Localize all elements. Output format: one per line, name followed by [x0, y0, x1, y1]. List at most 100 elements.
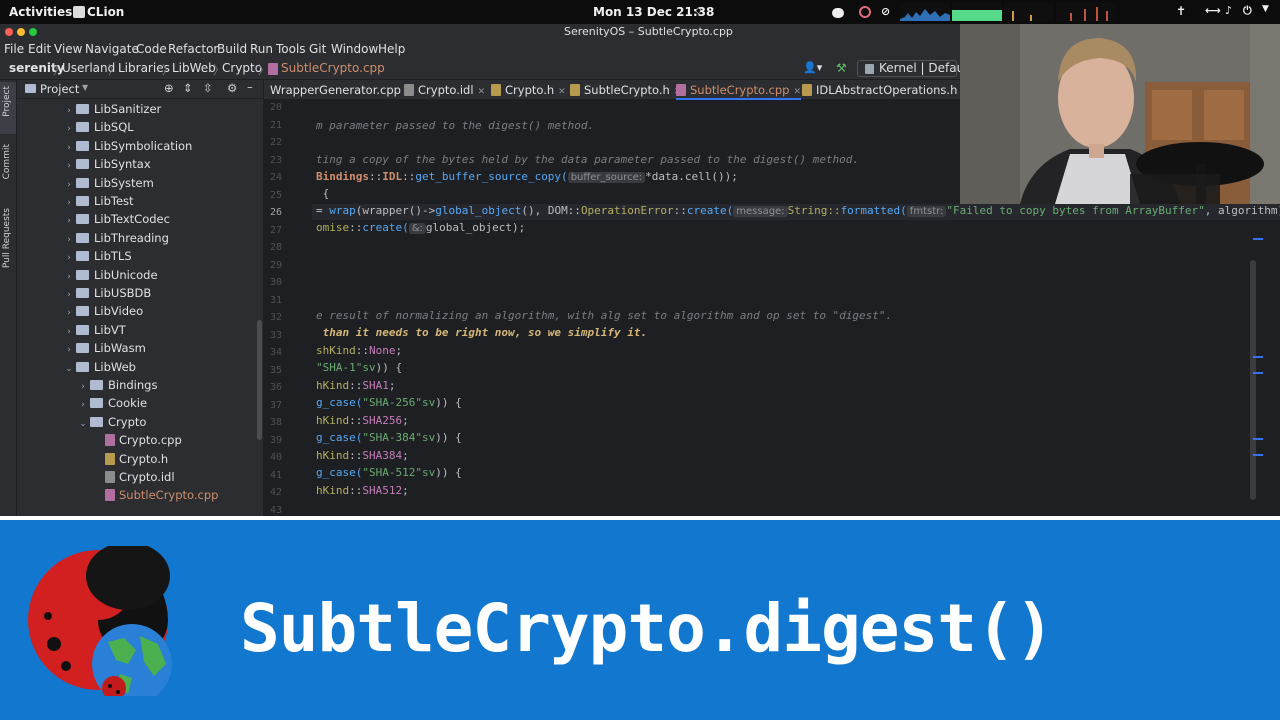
menu-navigate[interactable]: Navigate: [85, 42, 139, 56]
tree-item[interactable]: SubtleCrypto.cpp: [105, 486, 218, 504]
tree-item[interactable]: › LibSyntax: [62, 155, 150, 175]
chevron-right-icon[interactable]: ›: [62, 157, 76, 175]
gear-icon[interactable]: ⚙: [227, 81, 237, 95]
token: IDL: [382, 170, 403, 183]
token: ::: [673, 204, 687, 217]
chevron-right-icon[interactable]: ›: [62, 176, 76, 194]
tree-item[interactable]: › LibSQL: [62, 118, 133, 138]
tree-item[interactable]: ⌄ LibWeb: [62, 358, 136, 376]
tool-project[interactable]: Project: [2, 86, 12, 117]
tab-crypto-idl[interactable]: Crypto.idl ✕: [404, 83, 485, 97]
menu-code[interactable]: Code: [136, 42, 167, 56]
expand-all-icon[interactable]: ⇕: [183, 81, 193, 95]
activities-button[interactable]: Activities: [9, 5, 72, 19]
chevron-right-icon[interactable]: ›: [76, 396, 90, 414]
breadcrumb-crypto[interactable]: Crypto: [222, 61, 262, 75]
tree-item-label: LibSymbolication: [94, 138, 193, 153]
menu-tools[interactable]: Tools: [276, 42, 306, 56]
tree-item[interactable]: › LibThreading: [62, 229, 169, 247]
tab-subtlecrypto-h[interactable]: SubtleCrypto.h✕: [570, 83, 681, 97]
menu-help[interactable]: Help: [378, 42, 405, 56]
tab-crypto-h[interactable]: Crypto.h ✕: [491, 83, 566, 97]
tool-commit[interactable]: Commit: [2, 144, 12, 179]
chevron-right-icon[interactable]: ›: [62, 249, 76, 267]
tree-item[interactable]: › LibSymbolication: [62, 137, 192, 155]
user-icon[interactable]: 👤▾: [803, 61, 822, 74]
menu-build[interactable]: Build: [217, 42, 247, 56]
tree-item[interactable]: › LibSanitizer: [62, 100, 161, 118]
tree-item[interactable]: Crypto.idl: [105, 468, 175, 486]
chevron-right-icon[interactable]: ›: [62, 231, 76, 249]
tree-item[interactable]: Crypto.cpp: [105, 431, 182, 449]
close-tab-icon[interactable]: ✕: [478, 87, 486, 97]
tool-pull-requests[interactable]: Pull Requests: [2, 208, 12, 268]
chevron-down-icon[interactable]: ⌄: [62, 360, 76, 378]
chevron-right-icon[interactable]: ›: [62, 268, 76, 286]
tree-item[interactable]: › LibSystem: [62, 174, 154, 192]
tree-item[interactable]: ⌄ Crypto: [76, 413, 146, 431]
tab-wrappergenerator[interactable]: WrapperGenerator.cpp✕: [270, 83, 413, 97]
close-window-button[interactable]: [5, 28, 13, 36]
close-tab-icon[interactable]: ✕: [793, 87, 801, 97]
hide-panel-icon[interactable]: –: [247, 80, 253, 94]
locate-icon[interactable]: ⊕: [164, 81, 174, 95]
power-icon[interactable]: ⏻: [1243, 4, 1252, 18]
breadcrumb-libweb[interactable]: LibWeb: [172, 61, 216, 75]
accessibility-icon[interactable]: ✝: [1176, 4, 1186, 18]
menu-git[interactable]: Git: [309, 42, 326, 56]
menu-refactor[interactable]: Refactor: [168, 42, 218, 56]
tab-idlabstractoperations-h[interactable]: IDLAbstractOperations.h✕: [802, 83, 969, 97]
tree-item[interactable]: › LibVideo: [62, 302, 143, 320]
menu-run[interactable]: Run: [250, 42, 273, 56]
tree-item[interactable]: › LibTest: [62, 192, 133, 212]
tree-item[interactable]: › LibVT: [62, 321, 126, 339]
collapse-all-icon[interactable]: ⇳: [203, 81, 213, 95]
tree-item[interactable]: › Bindings: [76, 376, 157, 394]
tree-item[interactable]: › LibWasm: [62, 339, 146, 357]
notification-icon[interactable]: ◇: [695, 6, 702, 16]
record-icon[interactable]: [859, 6, 871, 18]
editor-scrollbar[interactable]: [1250, 260, 1256, 500]
tree-item[interactable]: › LibTLS: [62, 247, 131, 267]
menu-file[interactable]: File: [4, 42, 24, 56]
tree-item[interactable]: › LibUnicode: [62, 266, 157, 286]
chevron-right-icon[interactable]: ›: [62, 120, 76, 138]
dropdown-chevron-icon[interactable]: ▼: [82, 83, 88, 92]
chevron-right-icon[interactable]: ›: [62, 286, 76, 304]
maximize-window-button[interactable]: [29, 28, 37, 36]
chevron-right-icon[interactable]: ›: [62, 139, 76, 157]
chevron-right-icon[interactable]: ›: [62, 102, 76, 120]
network-icon[interactable]: ⟷: [1205, 4, 1221, 17]
chevron-right-icon[interactable]: ›: [62, 194, 76, 212]
chevron-right-icon[interactable]: ›: [76, 378, 90, 396]
token: )) {: [375, 361, 403, 374]
chevron-right-icon[interactable]: ›: [62, 212, 76, 230]
tree-scrollbar[interactable]: [257, 320, 262, 440]
tab-subtlecrypto-cpp[interactable]: SubtleCrypto.cpp ✕: [676, 80, 801, 100]
tree-item[interactable]: › LibUSBDB: [62, 284, 151, 302]
breadcrumb-current-file[interactable]: SubtleCrypto.cpp: [281, 61, 385, 75]
system-menu-chevron-icon[interactable]: ▼: [1262, 4, 1269, 14]
close-tab-icon[interactable]: ✕: [558, 87, 566, 97]
timer-icon[interactable]: ⊘: [881, 5, 890, 18]
menu-edit[interactable]: Edit: [28, 42, 51, 56]
system-monitor-graphs[interactable]: [900, 3, 1120, 23]
tool-window-strip: Project Commit Pull Requests: [0, 80, 17, 516]
cup-icon[interactable]: [832, 8, 844, 18]
chevron-right-icon[interactable]: ›: [62, 323, 76, 341]
menu-window[interactable]: Window: [331, 42, 378, 56]
build-hammer-icon[interactable]: ⚒: [836, 61, 847, 75]
minimize-window-button[interactable]: [17, 28, 25, 36]
menu-view[interactable]: View: [54, 42, 82, 56]
tree-item[interactable]: Crypto.h: [105, 450, 168, 468]
tree-item-label: Cookie: [108, 396, 148, 411]
chevron-right-icon[interactable]: ›: [62, 341, 76, 359]
token: ::: [349, 484, 363, 497]
volume-icon[interactable]: ♪: [1225, 4, 1232, 17]
chevron-down-icon[interactable]: ⌄: [76, 415, 90, 433]
app-menu[interactable]: CLion: [87, 5, 124, 19]
tree-item[interactable]: › Cookie: [76, 394, 147, 412]
tree-item[interactable]: › LibTextCodec: [62, 210, 170, 228]
project-panel-title[interactable]: Project: [40, 82, 79, 96]
chevron-right-icon[interactable]: ›: [62, 304, 76, 322]
